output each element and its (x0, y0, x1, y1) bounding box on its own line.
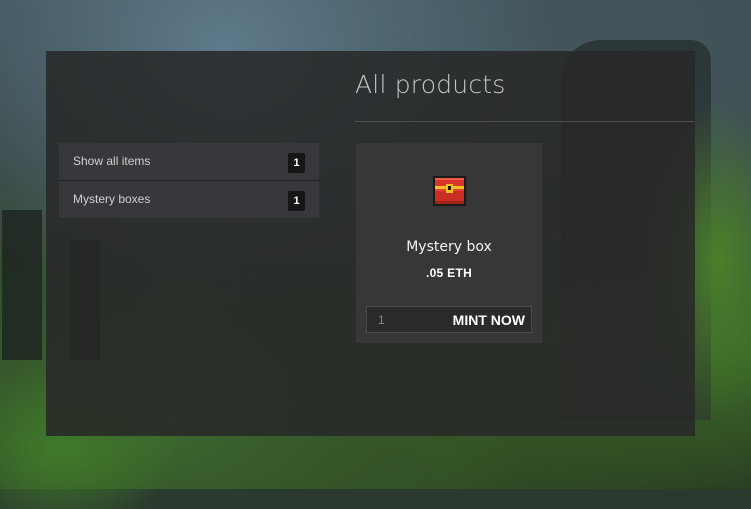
count-badge: 1 (288, 191, 305, 211)
quantity-input[interactable] (367, 307, 435, 332)
title-divider (355, 121, 694, 122)
mint-controls: MINT NOW (366, 306, 532, 333)
category-sidebar: Show all items 1 Mystery boxes 1 (59, 143, 319, 218)
count-badge: 1 (288, 153, 305, 173)
sidebar-item-label: Show all items (73, 154, 151, 168)
sidebar-item-show-all[interactable]: Show all items 1 (59, 143, 319, 181)
sidebar-item-mystery-boxes[interactable]: Mystery boxes 1 (59, 181, 319, 218)
product-price: .05 ETH (425, 266, 473, 280)
page-title: All products (355, 70, 506, 99)
product-card: Mystery box .05 ETH MINT NOW (356, 143, 542, 343)
treasure-chest-icon[interactable] (432, 173, 467, 208)
product-name: Mystery box (406, 239, 492, 255)
sidebar-item-label: Mystery boxes (73, 192, 151, 206)
mint-now-button[interactable]: MINT NOW (435, 307, 531, 332)
background-tower (2, 210, 42, 360)
